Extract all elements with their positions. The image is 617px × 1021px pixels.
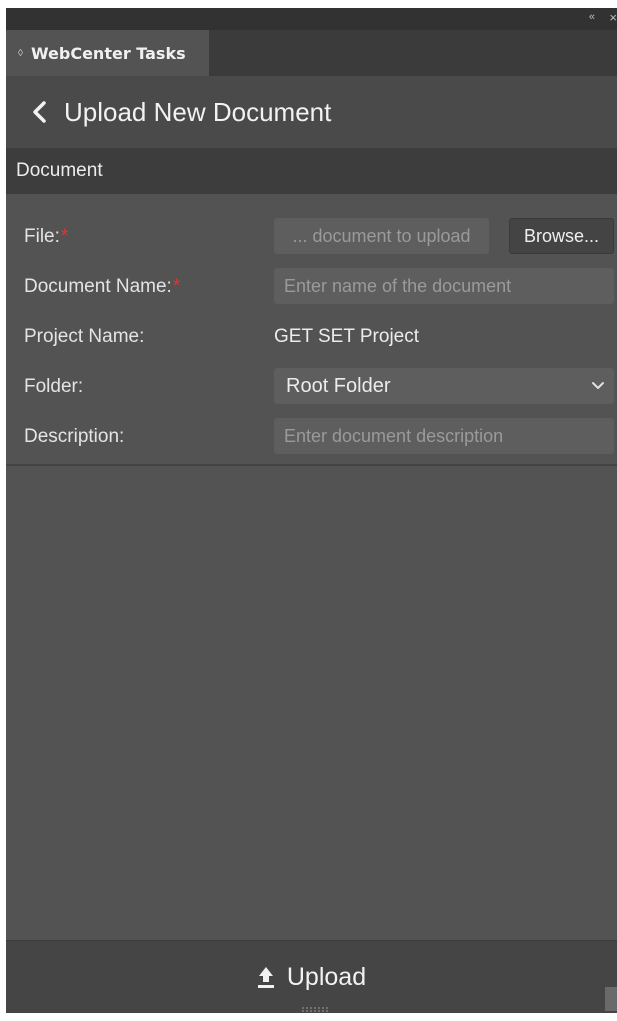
project-name-label: Project Name:: [24, 326, 145, 347]
upload-button[interactable]: Upload: [6, 941, 617, 1013]
row-project-name: Project Name: GET SET Project: [6, 318, 617, 356]
project-name-value: GET SET Project: [274, 326, 420, 347]
document-name-input[interactable]: Enter name of the document: [274, 268, 614, 304]
folder-select[interactable]: Root Folder: [274, 368, 614, 404]
description-label: Description:: [24, 426, 125, 447]
row-description: Description: Enter document description: [6, 418, 617, 456]
form-divider: [6, 464, 617, 466]
upload-form: File:* ... document to upload Browse... …: [6, 194, 617, 464]
tab-menu-icon: ◊: [18, 47, 23, 59]
file-label: File:*: [24, 226, 68, 248]
folder-label: Folder:: [24, 376, 84, 397]
file-path-field[interactable]: ... document to upload: [274, 218, 489, 254]
page-title: Upload New Document: [64, 96, 332, 127]
section-title: Document: [16, 160, 103, 181]
panel-top-strip: « ×: [6, 8, 617, 30]
section-header-document: Document: [6, 148, 617, 194]
file-label-text: File:: [24, 226, 60, 247]
chevron-left-icon[interactable]: [26, 98, 54, 126]
resize-grip[interactable]: [605, 987, 617, 1011]
document-name-label: Document Name:*: [24, 276, 180, 298]
required-marker: *: [60, 226, 69, 247]
tab-webcenter-tasks[interactable]: ◊ WebCenter Tasks: [6, 30, 209, 76]
upload-icon: [257, 967, 274, 988]
drag-handle-icon[interactable]: [300, 1005, 330, 1013]
browse-button[interactable]: Browse...: [509, 218, 614, 254]
collapse-panel-icon[interactable]: «: [589, 11, 595, 23]
panel-tab-row: ◊ WebCenter Tasks: [6, 30, 617, 76]
required-marker: *: [172, 276, 181, 297]
panel-footer: Upload: [6, 940, 617, 1013]
tab-label: WebCenter Tasks: [30, 43, 186, 63]
page-header: Upload New Document: [6, 76, 617, 148]
chevron-down-icon: [592, 382, 604, 389]
row-document-name: Document Name:* Enter name of the docume…: [6, 268, 617, 306]
description-input[interactable]: Enter document description: [274, 418, 614, 454]
document-name-label-text: Document Name:: [24, 276, 172, 297]
folder-selected-value: Root Folder: [286, 374, 391, 397]
row-folder: Folder: Root Folder: [6, 368, 617, 406]
webcenter-tasks-panel: « × ◊ WebCenter Tasks Upload New Documen…: [6, 8, 617, 1013]
upload-label: Upload: [286, 962, 367, 991]
close-panel-icon[interactable]: ×: [609, 10, 617, 25]
row-file: File:* ... document to upload Browse...: [6, 218, 617, 256]
